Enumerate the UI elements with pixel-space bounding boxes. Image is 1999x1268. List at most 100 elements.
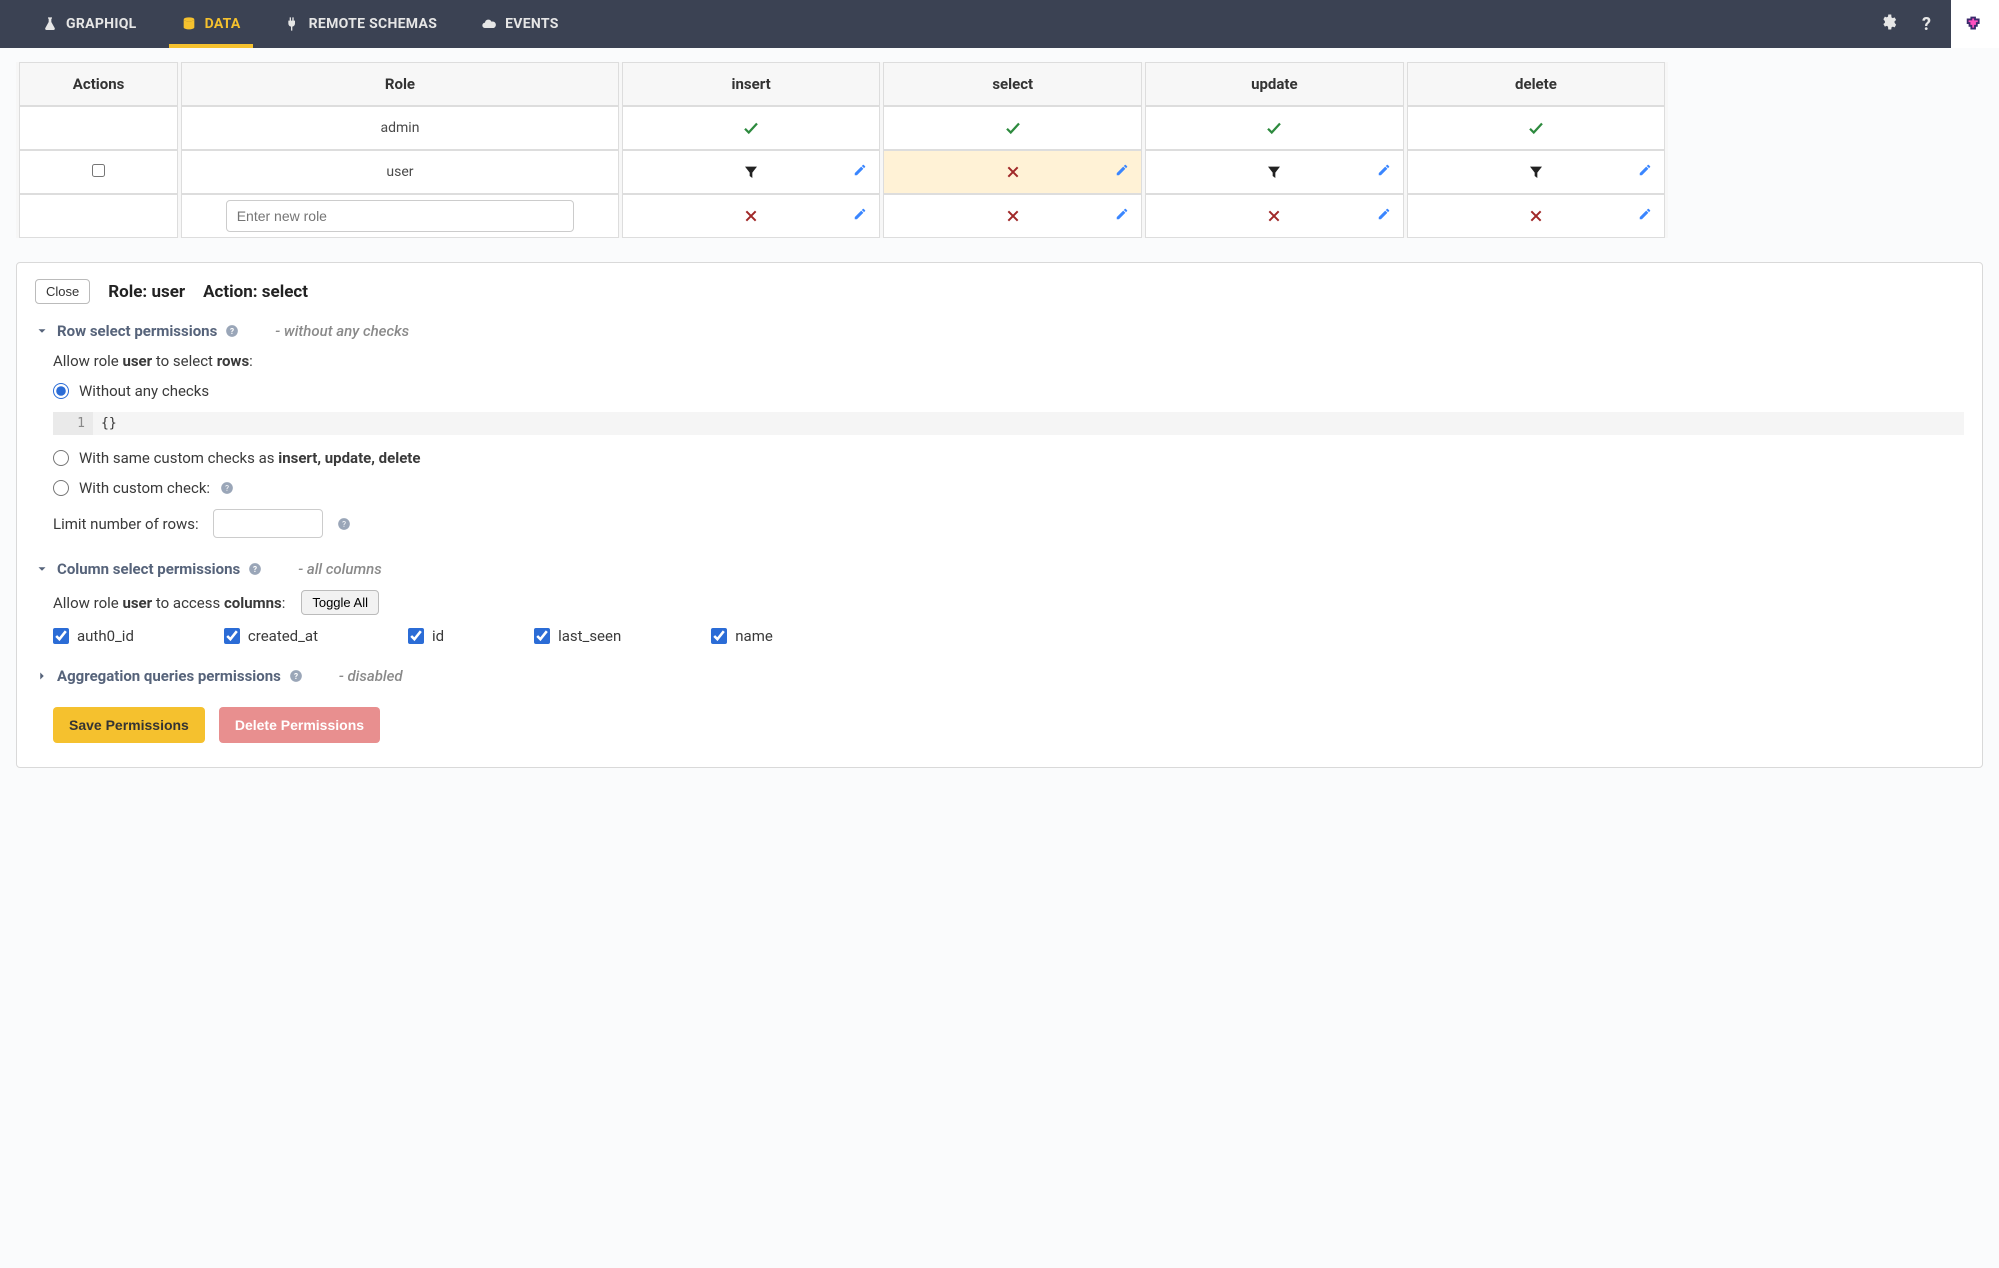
top-nav: GRAPHIQL DATA REMOTE SCHEMAS EVENTS ? <box>0 0 1999 48</box>
cell-admin-update[interactable] <box>1145 106 1404 150</box>
nav-label: EVENTS <box>505 16 559 32</box>
col-checkbox[interactable] <box>224 628 240 644</box>
chevron-down-icon <box>35 324 49 338</box>
nav-label: GRAPHIQL <box>66 16 137 32</box>
row-desc: Allow role user to select rows: <box>53 352 1964 370</box>
radio-without-label: Without any checks <box>79 382 209 400</box>
toggle-all-button[interactable]: Toggle All <box>301 590 379 615</box>
close-button[interactable]: Close <box>35 279 90 304</box>
cell-admin-insert[interactable] <box>622 106 881 150</box>
delete-permissions-button[interactable]: Delete Permissions <box>219 707 380 743</box>
line-number: 1 <box>53 412 93 435</box>
edit-icon[interactable] <box>1115 163 1129 181</box>
filter-editor[interactable]: 1 {} <box>53 412 1964 435</box>
help-button[interactable]: ? <box>1910 14 1943 35</box>
col-checkbox[interactable] <box>408 628 424 644</box>
col-check[interactable]: id <box>408 627 444 645</box>
edit-icon[interactable] <box>1638 163 1652 181</box>
limit-input[interactable] <box>213 509 323 538</box>
help-icon[interactable] <box>337 517 351 531</box>
col-check[interactable]: name <box>711 627 773 645</box>
cell-user-delete[interactable] <box>1407 150 1666 194</box>
action-value: select <box>262 282 308 302</box>
col-checkbox[interactable] <box>53 628 69 644</box>
col-checkbox[interactable] <box>534 628 550 644</box>
section-summary: - without any checks <box>275 322 409 340</box>
radio-custom-check[interactable] <box>53 480 69 496</box>
radio-without-checks[interactable] <box>53 383 69 399</box>
edit-icon[interactable] <box>853 163 867 181</box>
section-title: Row select permissions <box>57 322 217 340</box>
help-icon[interactable] <box>225 324 239 338</box>
section-title: Aggregation queries permissions <box>57 667 281 685</box>
cross-icon <box>1266 208 1282 224</box>
cell-new-delete[interactable] <box>1407 194 1666 238</box>
nav-graphiql[interactable]: GRAPHIQL <box>20 0 159 48</box>
section-summary: - all columns <box>298 560 382 578</box>
permission-editor: Close Role: user Action: select Row sele… <box>16 262 1983 768</box>
radio-same-label: With same custom checks as insert, updat… <box>79 449 420 467</box>
save-permissions-button[interactable]: Save Permissions <box>53 707 205 743</box>
cell-new-insert[interactable] <box>622 194 881 238</box>
limit-label: Limit number of rows: <box>53 515 199 533</box>
cross-icon <box>1005 164 1021 180</box>
question-icon: ? <box>1922 14 1931 35</box>
help-icon[interactable] <box>220 481 234 495</box>
col-check[interactable]: auth0_id <box>53 627 134 645</box>
section-header-col[interactable]: Column select permissions - all columns <box>35 560 1964 578</box>
table-row-user: user <box>19 150 1665 194</box>
th-delete: delete <box>1407 62 1666 106</box>
cell-new-select[interactable] <box>883 194 1142 238</box>
check-icon <box>742 119 760 137</box>
col-desc: Allow role user to access columns: <box>53 594 285 612</box>
section-header-agg[interactable]: Aggregation queries permissions - disabl… <box>35 667 1964 685</box>
check-icon <box>1265 119 1283 137</box>
database-icon <box>181 16 197 32</box>
love-button[interactable] <box>1951 0 1999 48</box>
nav-label: DATA <box>205 16 241 32</box>
cell-role: user <box>181 150 619 194</box>
bulk-select-user[interactable] <box>92 164 105 177</box>
radio-custom-label: With custom check: <box>79 479 210 497</box>
role-label: Role: <box>108 282 151 302</box>
check-icon <box>1527 119 1545 137</box>
cell-new-update[interactable] <box>1145 194 1404 238</box>
flask-icon <box>42 16 58 32</box>
radio-same-checks[interactable] <box>53 450 69 466</box>
edit-icon[interactable] <box>1638 207 1652 225</box>
section-header-row[interactable]: Row select permissions - without any che… <box>35 322 1964 340</box>
cell-admin-select[interactable] <box>883 106 1142 150</box>
col-checkbox[interactable] <box>711 628 727 644</box>
edit-icon[interactable] <box>1377 163 1391 181</box>
cloud-icon <box>481 16 497 32</box>
cell-user-action <box>19 150 178 194</box>
cell-actions <box>19 106 178 150</box>
cell-role: admin <box>181 106 619 150</box>
cell-user-update[interactable] <box>1145 150 1404 194</box>
th-select: select <box>883 62 1142 106</box>
col-check[interactable]: created_at <box>224 627 318 645</box>
nav-events[interactable]: EVENTS <box>459 0 581 48</box>
role-value: user <box>151 282 185 302</box>
help-icon[interactable] <box>289 669 303 683</box>
th-update: update <box>1145 62 1404 106</box>
nav-data[interactable]: DATA <box>159 0 263 48</box>
edit-icon[interactable] <box>853 207 867 225</box>
edit-icon[interactable] <box>1115 207 1129 225</box>
cell-user-select[interactable] <box>883 150 1142 194</box>
help-icon[interactable] <box>248 562 262 576</box>
action-label: Action: <box>203 282 262 302</box>
heart-icon <box>1964 13 1986 35</box>
filter-icon <box>1528 164 1544 180</box>
permissions-table: Actions Role insert select update delete… <box>16 62 1668 238</box>
cell-user-insert[interactable] <box>622 150 881 194</box>
col-check[interactable]: last_seen <box>534 627 621 645</box>
nav-remote-schemas[interactable]: REMOTE SCHEMAS <box>263 0 459 48</box>
cross-icon <box>743 208 759 224</box>
edit-icon[interactable] <box>1377 207 1391 225</box>
settings-button[interactable] <box>1868 13 1910 36</box>
cell-admin-delete[interactable] <box>1407 106 1666 150</box>
cross-icon <box>1005 208 1021 224</box>
new-role-input[interactable] <box>226 200 575 232</box>
th-role: Role <box>181 62 619 106</box>
